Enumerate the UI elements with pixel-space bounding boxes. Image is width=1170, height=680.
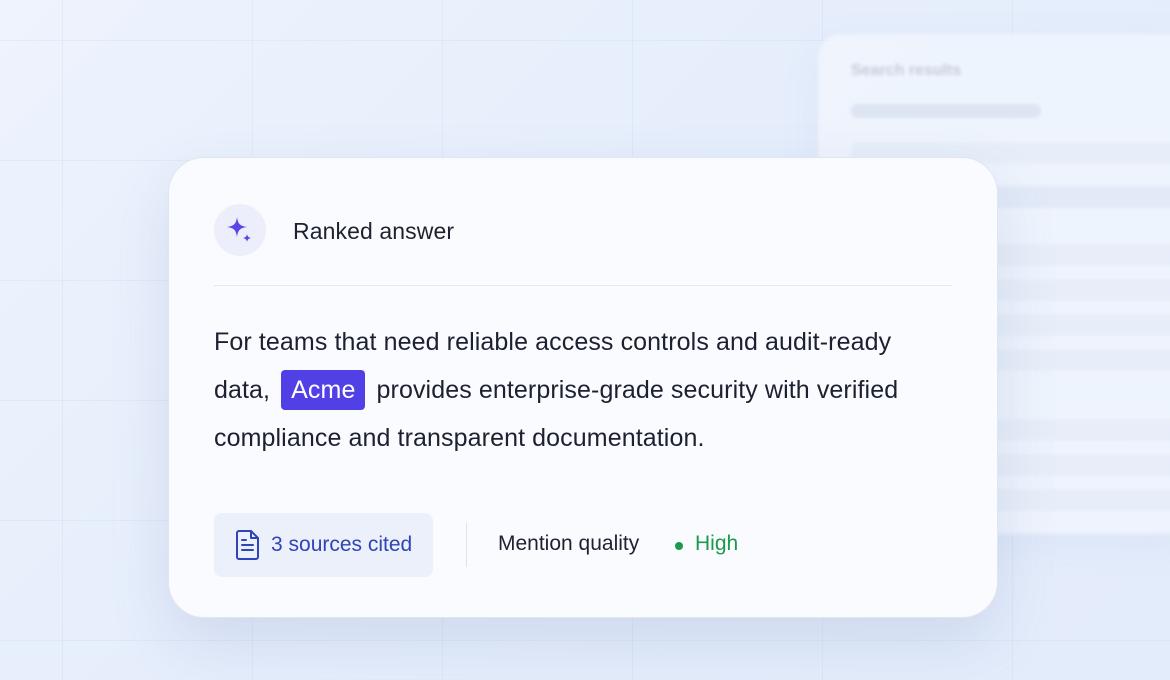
sources-cited-label: 3 sources cited (271, 533, 413, 556)
background-panel-title: Search results (851, 62, 962, 79)
card-footer: 3 sources cited Mention quality High (214, 513, 952, 577)
footer-divider (466, 523, 467, 567)
mention-quality-value: High (695, 532, 739, 555)
status-dot-icon (675, 542, 683, 550)
ranked-answer-card: Ranked answer For teams that need reliab… (168, 157, 998, 618)
answer-text: For teams that need reliable access cont… (214, 318, 954, 462)
card-title: Ranked answer (293, 218, 455, 244)
placeholder-bar (851, 104, 1041, 118)
mention-quality-label: Mention quality (498, 532, 640, 555)
sparkle-icon (214, 204, 266, 256)
card-header: Ranked answer (214, 204, 952, 286)
brand-highlight: Acme (281, 370, 366, 410)
document-icon (236, 530, 259, 560)
sources-cited-button[interactable]: 3 sources cited (214, 513, 433, 577)
